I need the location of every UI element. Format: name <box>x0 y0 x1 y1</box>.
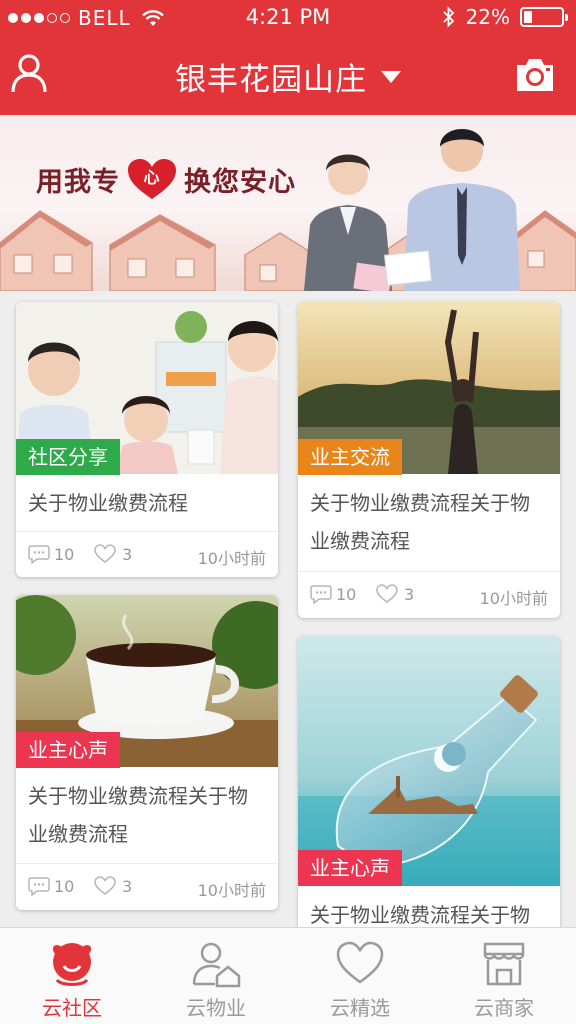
post-image <box>298 636 560 886</box>
battery-percent: 22% <box>465 5 510 29</box>
post-time: 10小时前 <box>197 881 266 900</box>
post-title: 关于物业缴费流程 <box>28 491 188 515</box>
banner-slogan: 用我专 心 换您安心 <box>36 157 296 201</box>
slogan-right: 换您安心 <box>184 166 296 198</box>
tab-merchants[interactable]: 云商家 <box>432 928 576 1024</box>
community-selector[interactable]: 银丰花园山庄 <box>0 54 576 99</box>
heart-logo-icon: 心 <box>128 159 176 199</box>
status-bar: BELL 4:21 PM 22% <box>0 0 576 36</box>
battery-icon <box>520 7 568 27</box>
post-tag: 业主交流 <box>298 439 402 475</box>
post-tag: 业主心声 <box>16 732 120 768</box>
tab-label: 云社区 <box>42 996 102 1020</box>
comment-icon <box>28 545 50 564</box>
post-card[interactable]: 业主心声 关于物业缴费流程关于物业缴费流程 10 3 10小时前 <box>16 595 278 910</box>
post-meta: 10 3 10小时前 <box>16 863 278 909</box>
post-card[interactable]: 业主心声 关于物业缴费流程关于物 <box>298 636 560 936</box>
post-time: 10小时前 <box>197 549 266 568</box>
community-icon <box>52 943 92 986</box>
tab-label: 云精选 <box>330 996 390 1020</box>
community-title: 银丰花园山庄 <box>175 62 367 98</box>
tab-label: 云物业 <box>186 996 246 1020</box>
app-header: 银丰花园山庄 <box>0 36 576 115</box>
like-heart-icon <box>94 544 116 563</box>
tab-featured[interactable]: 云精选 <box>288 928 432 1024</box>
post-title: 关于物业缴费流程关于物业缴费流程 <box>28 784 248 846</box>
store-icon <box>483 942 525 986</box>
like-count[interactable]: 3 <box>94 544 132 564</box>
comment-count[interactable]: 10 <box>28 544 74 564</box>
post-meta: 10 3 10小时前 <box>298 571 560 617</box>
post-title: 关于物业缴费流程关于物业缴费流程 <box>310 491 530 553</box>
post-tag: 社区分享 <box>16 439 120 475</box>
chevron-down-icon <box>381 70 401 83</box>
tab-community[interactable]: 云社区 <box>0 928 144 1024</box>
post-card[interactable]: 业主交流 关于物业缴费流程关于物业缴费流程 10 3 10小时前 <box>298 302 560 618</box>
tab-property[interactable]: 云物业 <box>144 928 288 1024</box>
promo-banner[interactable]: 用我专 心 换您安心 <box>0 115 576 291</box>
like-heart-icon <box>376 584 398 603</box>
post-time: 10小时前 <box>479 589 548 608</box>
comment-count[interactable]: 10 <box>28 876 74 896</box>
post-tag: 业主心声 <box>298 850 402 886</box>
like-count[interactable]: 3 <box>376 584 414 604</box>
like-count[interactable]: 3 <box>94 876 132 896</box>
comment-count[interactable]: 10 <box>310 584 356 604</box>
tab-label: 云商家 <box>474 996 534 1020</box>
heart-icon <box>336 941 384 984</box>
banner-illustration <box>0 129 576 291</box>
slogan-heart-char: 心 <box>143 168 160 187</box>
post-card[interactable]: 社区分享 关于物业缴费流程 10 3 10小时前 <box>16 302 278 577</box>
slogan-left: 用我专 <box>36 166 120 198</box>
bluetooth-icon <box>442 6 454 28</box>
like-heart-icon <box>94 876 116 895</box>
top-bar: BELL 4:21 PM 22% 银丰花园山庄 <box>0 0 576 115</box>
comment-icon <box>310 585 332 604</box>
post-meta: 10 3 10小时前 <box>16 531 278 577</box>
camera-icon[interactable] <box>514 56 556 94</box>
property-icon <box>192 942 241 988</box>
bottom-tab-bar: 云社区 云物业 云精选 云商家 <box>0 927 576 1024</box>
comment-icon <box>28 877 50 896</box>
